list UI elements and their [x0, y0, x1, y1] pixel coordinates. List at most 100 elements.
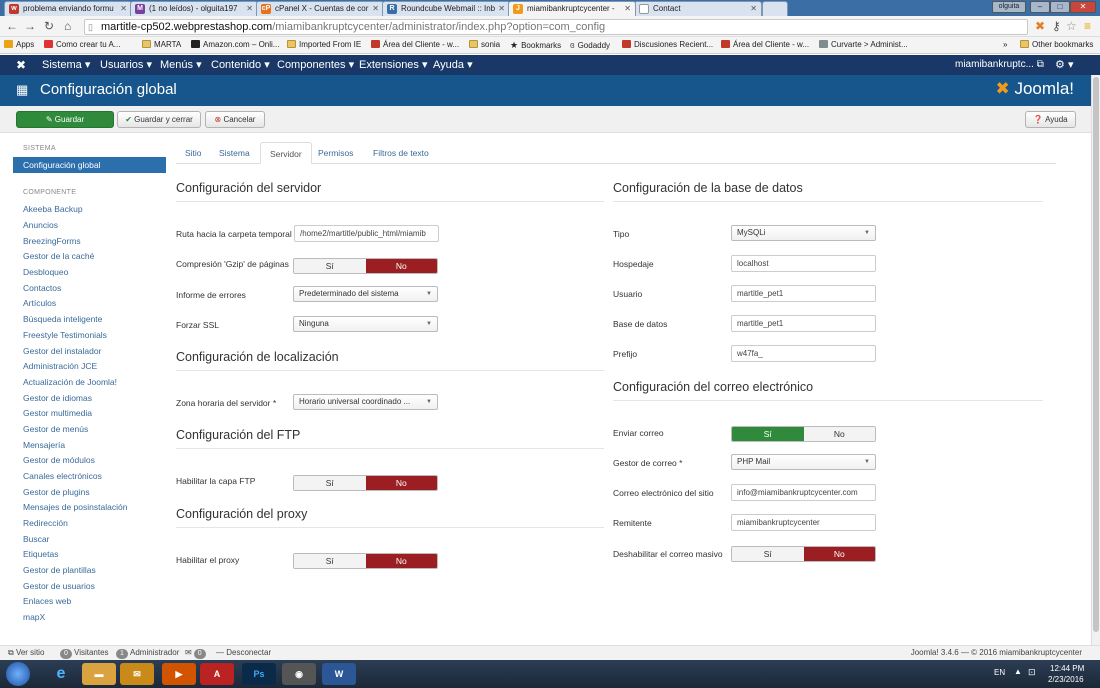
tab-sistema[interactable]: Sistema	[210, 142, 259, 164]
clock-date[interactable]: 2/23/2016	[1048, 675, 1084, 684]
send-mail-toggle[interactable]: Sí No	[731, 426, 876, 442]
close-icon[interactable]: ✕	[120, 2, 127, 16]
bookmark-item[interactable]: Curvarte > Administ...	[819, 37, 908, 53]
bookmark-item[interactable]: sonia	[469, 37, 500, 53]
gzip-toggle[interactable]: Sí No	[293, 258, 438, 274]
bookmark-item[interactable]: ɞ Godaddy	[570, 37, 610, 54]
logout-link[interactable]: — Desconectar	[216, 646, 271, 660]
sidebar-item[interactable]: BreezingForms	[23, 236, 81, 246]
menu-componentes[interactable]: Componentes ▾	[277, 55, 354, 75]
browser-tab-6[interactable]: Contact ✕	[634, 1, 762, 16]
sidebar-item[interactable]: Akeeba Backup	[23, 204, 83, 214]
close-icon[interactable]: ✕	[498, 2, 505, 16]
key-icon[interactable]: ⚷	[1052, 19, 1061, 33]
tmp-path-input[interactable]: /home2/martitle/public_html/miamib	[294, 225, 439, 242]
save-button[interactable]: ✎ Guardar	[16, 111, 114, 128]
star-icon[interactable]: ☆	[1066, 19, 1077, 33]
page-info-icon[interactable]: ▯	[88, 20, 93, 34]
maximize-icon[interactable]: □	[1050, 1, 1070, 13]
joomla-icon[interactable]: ✖	[16, 55, 26, 75]
messages-status[interactable]: ✉ 0	[185, 646, 208, 660]
sidebar-item[interactable]: Gestor de plugins	[23, 487, 90, 497]
force-ssl-select[interactable]: Ninguna ▼	[293, 316, 438, 332]
sidebar-item[interactable]: Gestor de plantillas	[23, 565, 96, 575]
outlook-icon[interactable]: ✉	[120, 663, 154, 685]
send-mail-yes-option[interactable]: Sí	[732, 427, 804, 441]
timezone-select[interactable]: Horario universal coordinado ... ▼	[293, 394, 438, 410]
bookmark-item[interactable]: Amazon.com – Onli...	[191, 37, 279, 53]
sidebar-item[interactable]: Gestor de módulos	[23, 455, 95, 465]
sidebar-item[interactable]: Anuncios	[23, 220, 58, 230]
mass-mail-no-option[interactable]: No	[803, 547, 875, 561]
tab-servidor[interactable]: Servidor	[260, 142, 312, 164]
proxy-yes-option[interactable]: Sí	[294, 554, 366, 568]
sidebar-item[interactable]: Canales electrónicos	[23, 471, 102, 481]
send-mail-no-option[interactable]: No	[803, 427, 875, 441]
menu-usuarios[interactable]: Usuarios ▾	[100, 55, 152, 75]
ftp-no-option[interactable]: No	[365, 476, 437, 490]
window-close-icon[interactable]: ✕	[1070, 1, 1096, 13]
close-icon[interactable]: ✕	[246, 2, 253, 16]
sidebar-item[interactable]: Administración JCE	[23, 361, 97, 371]
mailer-select[interactable]: PHP Mail ▼	[731, 454, 876, 470]
mass-mail-yes-option[interactable]: Sí	[732, 547, 804, 561]
sidebar-item-global-config[interactable]: Configuración global	[13, 157, 166, 173]
mass-mail-toggle[interactable]: Sí No	[731, 546, 876, 562]
cancel-button[interactable]: ⊗ Cancelar	[205, 111, 265, 128]
bookmark-other[interactable]: Other bookmarks	[1020, 37, 1093, 53]
sidebar-item[interactable]: Artículos	[23, 298, 56, 308]
gzip-no-option[interactable]: No	[365, 259, 437, 273]
close-icon[interactable]: ✕	[372, 2, 379, 16]
bookmark-item[interactable]: ★ Bookmarks	[510, 37, 561, 54]
sidebar-item[interactable]: Mensajes de posinstalación	[23, 502, 127, 512]
sidebar-item[interactable]: Gestor multimedia	[23, 408, 92, 418]
sidebar-item[interactable]: Redirección	[23, 518, 68, 528]
tab-permisos[interactable]: Permisos	[309, 142, 362, 164]
proxy-toggle[interactable]: Sí No	[293, 553, 438, 569]
db-prefix-input[interactable]: w47fa_	[731, 345, 876, 362]
home-icon[interactable]: ⌂	[64, 19, 71, 33]
close-icon[interactable]: ✕	[624, 2, 631, 16]
language-indicator[interactable]: EN	[994, 668, 1005, 677]
bookmark-item[interactable]: Discusiones Recient...	[622, 37, 713, 53]
close-icon[interactable]: ✕	[750, 2, 757, 16]
sidebar-item[interactable]: Etiquetas	[23, 549, 58, 559]
db-name-input[interactable]: martitle_pet1	[731, 315, 876, 332]
bookmarks-overflow-icon[interactable]: »	[1003, 37, 1007, 53]
scrollbar-thumb[interactable]	[1093, 77, 1099, 632]
address-bar[interactable]: ▯ martitle-cp502.webprestashop.com/miami…	[84, 19, 1028, 35]
db-host-input[interactable]: localhost	[731, 255, 876, 272]
sidebar-item[interactable]: Desbloqueo	[23, 267, 68, 277]
sidebar-item[interactable]: Freestyle Testimonials	[23, 330, 107, 340]
view-site-link[interactable]: ⧉ Ver sitio	[8, 646, 44, 660]
tab-sitio[interactable]: Sitio	[176, 142, 211, 164]
ie-icon[interactable]: e	[44, 663, 78, 685]
from-name-input[interactable]: miamibankruptcycenter	[731, 514, 876, 531]
page-scrollbar[interactable]	[1091, 75, 1100, 645]
acrobat-icon[interactable]: A	[200, 663, 234, 685]
save-close-button[interactable]: ✔ Guardar y cerrar	[117, 111, 201, 128]
forward-icon[interactable]: →	[24, 19, 36, 33]
menu-ayuda[interactable]: Ayuda ▾	[433, 55, 473, 75]
sidebar-item[interactable]: Gestor de menús	[23, 424, 88, 434]
tray-arrow-icon[interactable]: ▲	[1014, 667, 1022, 676]
sidebar-item[interactable]: mapX	[23, 612, 45, 622]
site-link[interactable]: miamibankruptc... ⧉	[955, 55, 1044, 75]
sidebar-item[interactable]: Gestor de idiomas	[23, 393, 92, 403]
menu-sistema[interactable]: Sistema ▾	[42, 55, 90, 75]
tab-filtros[interactable]: Filtros de texto	[364, 142, 438, 164]
from-email-input[interactable]: info@miamibankruptcycenter.com	[731, 484, 876, 501]
sidebar-item[interactable]: Gestor del instalador	[23, 346, 101, 356]
sidebar-item[interactable]: Gestor de usuarios	[23, 581, 95, 591]
bookmark-item[interactable]: MARTA	[142, 37, 181, 53]
db-type-select[interactable]: MySQLi ▼	[731, 225, 876, 241]
sidebar-item[interactable]: Actualización de Joomla!	[23, 377, 117, 387]
media-player-icon[interactable]: ▶	[162, 663, 196, 685]
ftp-yes-option[interactable]: Sí	[294, 476, 366, 490]
browser-tab-1[interactable]: w problema enviando formu ✕	[4, 1, 132, 16]
word-icon[interactable]: W	[322, 663, 356, 685]
sidebar-item[interactable]: Gestor de la caché	[23, 251, 94, 261]
bookmark-item[interactable]: Área del Cliente - w...	[371, 37, 459, 53]
ftp-toggle[interactable]: Sí No	[293, 475, 438, 491]
bookmark-apps[interactable]: Apps	[4, 37, 34, 53]
